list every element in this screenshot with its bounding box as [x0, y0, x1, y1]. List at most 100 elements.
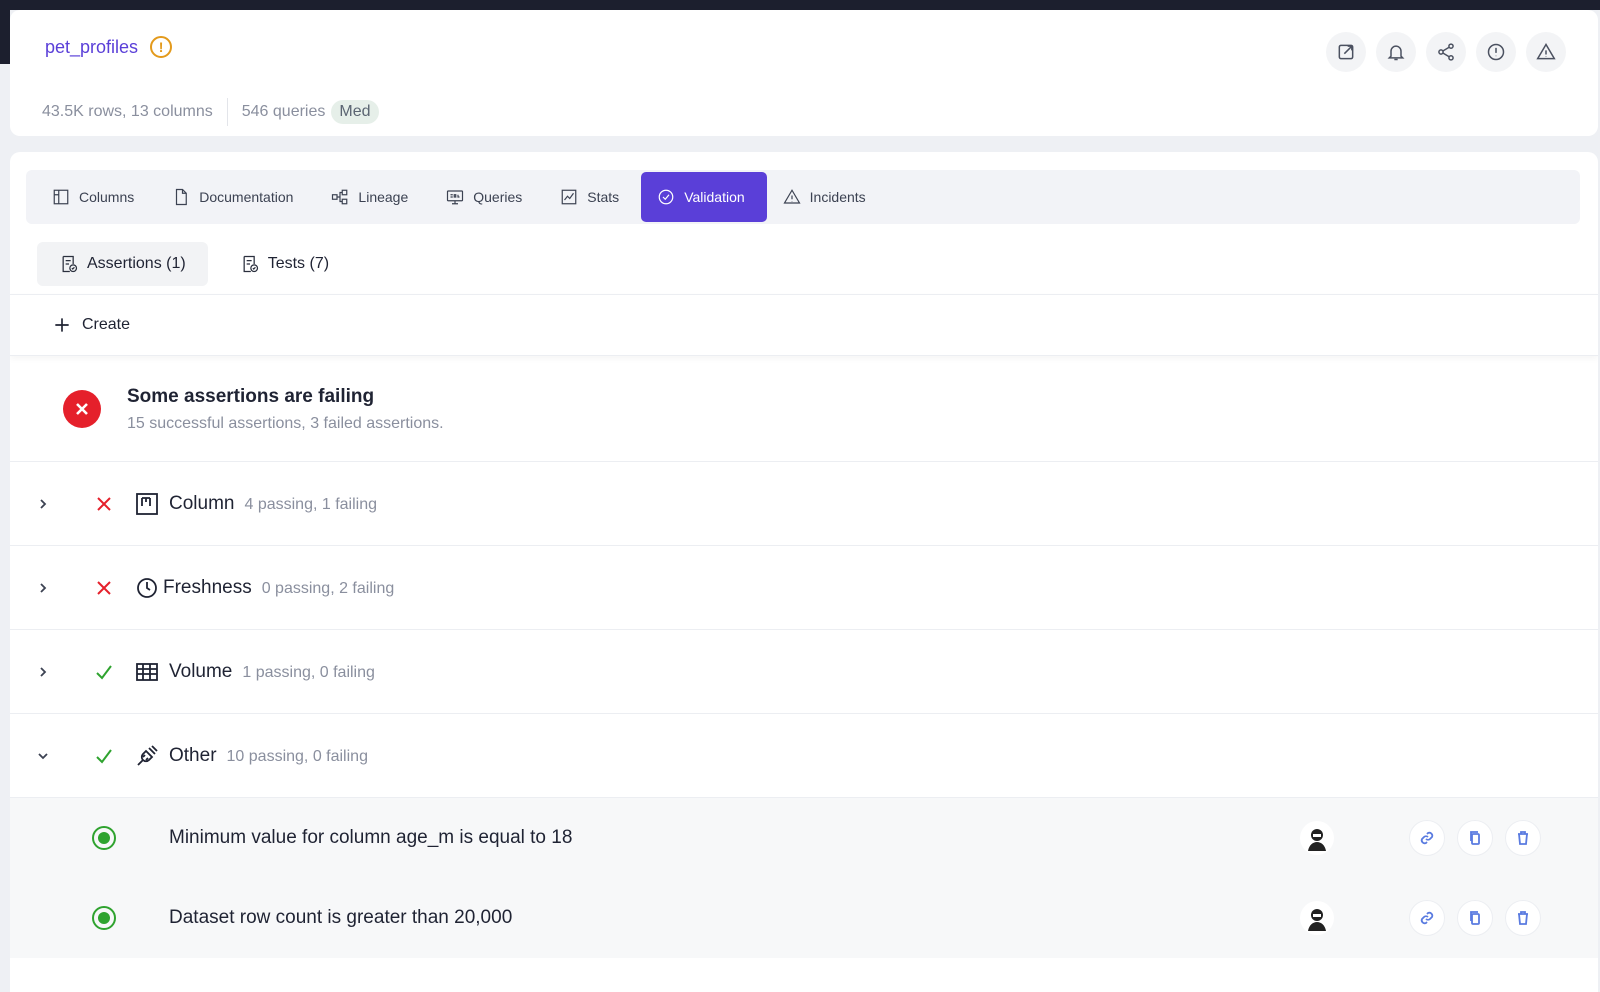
chevron-right-icon[interactable] — [36, 581, 50, 595]
tab-lineage[interactable]: Lineage — [315, 172, 430, 222]
create-label: Create — [82, 316, 131, 333]
incident-button[interactable] — [1526, 32, 1566, 72]
group-count: 0 passing, 2 failing — [261, 579, 395, 597]
assertion-row[interactable]: Dataset row count is greater than 20,000 — [10, 878, 1598, 958]
group-label: Column 4 passing, 1 failing — [169, 493, 377, 515]
tab-incidents[interactable]: Incidents — [767, 172, 888, 222]
plug-icon — [135, 744, 159, 768]
tab-label: Stats — [587, 189, 620, 205]
tab-label: Queries — [473, 189, 523, 205]
open-external-icon — [1338, 44, 1354, 60]
assertion-description: Minimum value for column age_m is equal … — [169, 827, 573, 848]
delete-button[interactable] — [1505, 900, 1541, 936]
copy-link-button[interactable] — [1409, 900, 1445, 936]
usage-badge: Med — [331, 100, 379, 124]
group-row-column[interactable]: Column 4 passing, 1 failing — [10, 462, 1598, 546]
trash-icon — [1518, 831, 1528, 845]
subtab-tests[interactable]: Tests (7) — [218, 242, 351, 286]
clock-icon — [135, 576, 159, 600]
sql-icon — [447, 190, 464, 205]
check-pass-icon — [95, 747, 113, 765]
link-icon — [1420, 911, 1434, 925]
meta-divider — [226, 98, 228, 126]
assertion-summary: Some assertions are failing 15 successfu… — [10, 356, 1598, 462]
avatar[interactable] — [1300, 901, 1334, 935]
copy-link-button[interactable] — [1409, 820, 1445, 856]
table-icon — [135, 660, 159, 684]
tab-label: Incidents — [809, 189, 866, 205]
check-pass-icon — [95, 663, 113, 681]
trash-icon — [1518, 911, 1528, 925]
window-top-bar — [0, 0, 1600, 10]
share-button[interactable] — [1426, 32, 1466, 72]
notifications-button[interactable] — [1376, 32, 1416, 72]
copy-icon — [1470, 831, 1480, 845]
group-label: Freshness 0 passing, 2 failing — [163, 577, 394, 599]
row-actions — [1409, 820, 1541, 856]
subtab-assertions[interactable]: Assertions (1) — [37, 242, 208, 286]
warning-circle-icon[interactable]: ! — [150, 36, 173, 58]
document-icon — [176, 188, 188, 206]
tab-queries[interactable]: Queries — [430, 172, 544, 222]
group-row-other[interactable]: Other 10 passing, 0 failing — [10, 714, 1598, 798]
group-count: 4 passing, 1 failing — [244, 495, 378, 513]
subtab-label: Tests (7) — [267, 255, 330, 272]
summary-subtitle: 15 successful assertions, 3 failed asser… — [127, 415, 444, 432]
group-name: Other — [169, 744, 217, 766]
tab-bar: Columns Documentation Lineage Queries St… — [26, 170, 1580, 224]
check-circle-icon — [658, 189, 674, 205]
failure-status-icon — [63, 390, 101, 428]
column-icon — [135, 492, 159, 516]
subtab-label: Assertions (1) — [87, 255, 186, 272]
tab-validation[interactable]: Validation — [641, 172, 767, 222]
dataset-header: pet_profiles ! 43.5K rows, 13 columns 54… — [10, 10, 1598, 136]
chevron-right-icon[interactable] — [36, 665, 50, 679]
group-label: Volume 1 passing, 0 failing — [169, 661, 375, 683]
tab-documentation[interactable]: Documentation — [156, 172, 315, 222]
main-panel: Columns Documentation Lineage Queries St… — [10, 152, 1598, 992]
x-fail-icon — [95, 495, 113, 513]
dataset-name[interactable]: pet_profiles — [45, 37, 138, 58]
info-circle-icon — [1487, 43, 1505, 61]
header-actions — [1326, 32, 1566, 72]
assertion-doc-icon — [62, 255, 78, 273]
tab-stats[interactable]: Stats — [544, 172, 641, 222]
group-name: Column — [169, 492, 235, 514]
duplicate-button[interactable] — [1457, 820, 1493, 856]
group-count: 10 passing, 0 failing — [226, 747, 368, 765]
summary-title: Some assertions are failing — [127, 386, 375, 407]
avatar[interactable] — [1300, 821, 1334, 855]
warning-triangle-icon — [1536, 43, 1556, 60]
columns-icon — [53, 189, 69, 205]
delete-button[interactable] — [1505, 820, 1541, 856]
group-row-volume[interactable]: Volume 1 passing, 0 failing — [10, 630, 1598, 714]
create-assertion-button[interactable]: Create — [10, 294, 1598, 356]
duplicate-button[interactable] — [1457, 900, 1493, 936]
group-name: Volume — [169, 660, 233, 682]
group-name: Freshness — [163, 576, 252, 598]
passing-status-icon — [92, 826, 116, 850]
group-row-freshness[interactable]: Freshness 0 passing, 2 failing — [10, 546, 1598, 630]
tab-label: Validation — [684, 189, 745, 205]
group-label: Other 10 passing, 0 failing — [169, 745, 368, 767]
assertion-row[interactable]: Minimum value for column age_m is equal … — [10, 798, 1598, 878]
lineage-icon — [332, 189, 348, 205]
group-count: 1 passing, 0 failing — [242, 663, 375, 681]
tab-label: Columns — [79, 189, 135, 205]
copy-icon — [1470, 911, 1480, 925]
info-button[interactable] — [1476, 32, 1516, 72]
chevron-right-icon[interactable] — [36, 497, 50, 511]
assertion-description: Dataset row count is greater than 20,000 — [169, 907, 513, 928]
chevron-down-icon[interactable] — [36, 749, 50, 763]
test-doc-icon — [243, 255, 258, 273]
warning-icon — [783, 189, 801, 204]
link-icon — [1420, 831, 1434, 845]
plus-icon — [55, 318, 69, 332]
window-left-edge — [0, 0, 10, 64]
dataset-title: pet_profiles ! — [45, 36, 173, 58]
subtab-bar: Assertions (1) Tests (7) — [37, 242, 351, 286]
open-external-button[interactable] — [1326, 32, 1366, 72]
tab-columns[interactable]: Columns — [36, 172, 156, 222]
tab-label: Documentation — [199, 189, 294, 205]
tab-label: Lineage — [358, 189, 409, 205]
